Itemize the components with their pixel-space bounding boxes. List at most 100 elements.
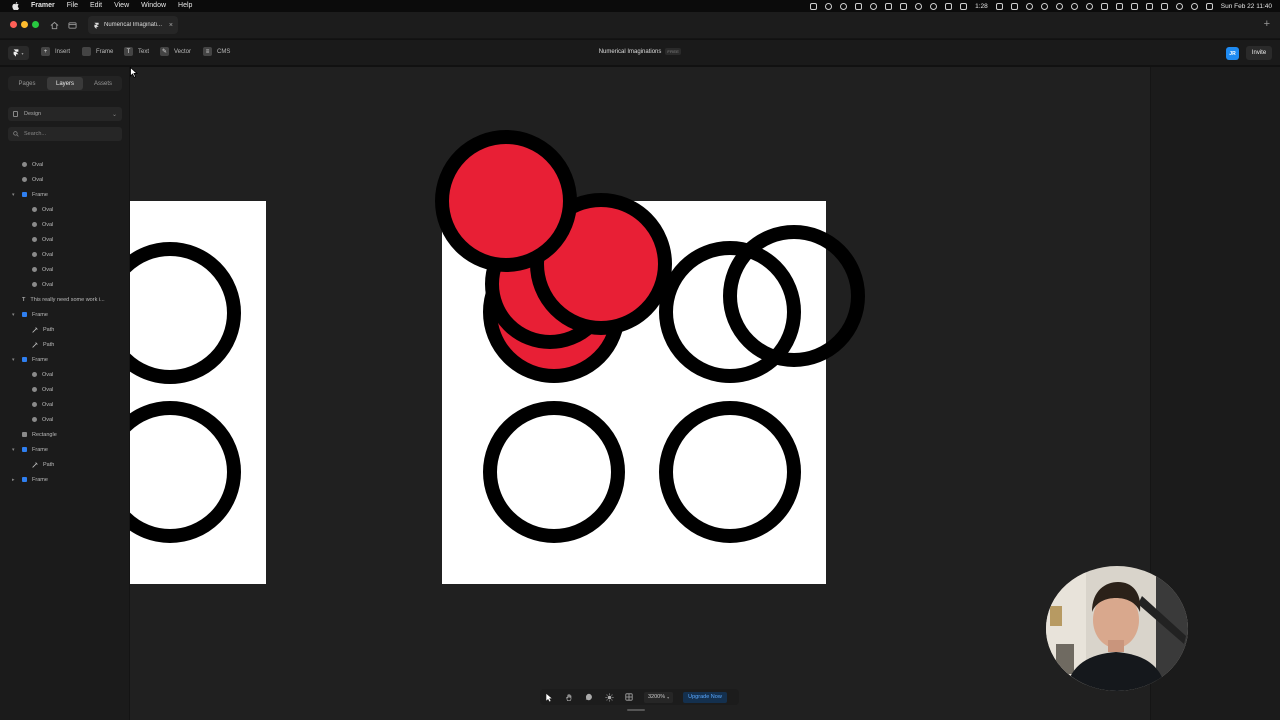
design-canvas[interactable] [130,67,1150,720]
layer-item-oval[interactable]: Oval [0,397,130,412]
zoom-window-button[interactable] [32,21,39,28]
layer-item-frame[interactable]: ▾ Frame [0,442,130,457]
layer-item-path[interactable]: Path [0,322,130,337]
menu-file[interactable]: File [67,0,78,12]
layer-item-oval[interactable]: Oval [0,412,130,427]
app-icon[interactable] [870,2,878,10]
oval-icon [32,252,37,257]
search-input[interactable] [24,131,114,137]
menu-window[interactable]: Window [141,0,166,12]
layer-item-oval[interactable]: Oval [0,367,130,382]
select-tool[interactable] [544,692,554,702]
menu-help[interactable]: Help [178,0,192,12]
tab-pages[interactable]: Pages [9,77,45,90]
theme-tool[interactable] [604,692,614,702]
home-icon[interactable] [49,20,59,30]
layer-item-frame[interactable]: ▸ Frame [0,472,130,487]
new-tab-button[interactable]: + [1264,18,1270,30]
frame-button[interactable]: Frame [82,47,113,56]
layer-item-oval[interactable]: Oval [0,232,130,247]
bluetooth-icon[interactable] [1130,2,1138,10]
layer-label: Oval [42,221,54,228]
camera-icon[interactable] [810,2,818,10]
chevron-down-icon[interactable]: ▾ [12,192,18,198]
layer-item-oval[interactable]: Oval [0,202,130,217]
menu-view[interactable]: View [114,0,129,12]
layer-item-path[interactable]: Path [0,337,130,352]
webcam-overlay [1046,566,1188,691]
search-icon[interactable] [1190,2,1198,10]
text-button[interactable]: T Text [124,47,149,56]
layer-item-text[interactable]: T This really need some work i... [0,292,130,307]
insert-button[interactable]: + Insert [41,47,70,56]
notes-icon[interactable] [885,2,893,10]
menu-app-name[interactable]: Framer [31,0,55,12]
vector-button[interactable]: ✎ Vector [160,47,191,56]
tab-layers[interactable]: Layers [47,77,83,90]
sidebar-toggle-icon[interactable] [67,20,77,30]
audio-icon[interactable] [1010,2,1018,10]
battery-icon[interactable] [960,2,968,10]
hand-tool[interactable] [564,692,574,702]
layer-item-frame[interactable]: ▾ Frame [0,352,130,367]
layer-item-oval[interactable]: Oval [0,262,130,277]
eye-icon[interactable] [825,2,833,10]
layer-item-frame[interactable]: ▾ Frame [0,307,130,322]
project-title[interactable]: Numerical Imaginations [599,49,662,55]
minimize-window-button[interactable] [21,21,28,28]
headphones-icon[interactable] [1115,2,1123,10]
page-select[interactable]: Design ⌄ [8,107,122,121]
checklist-icon[interactable] [1145,2,1153,10]
browser-tab[interactable]: Numerical Imaginati... × [88,16,178,34]
display-icon[interactable] [945,2,953,10]
comment-tool[interactable] [584,692,594,702]
tab-close-icon[interactable]: × [169,22,173,29]
timer-icon[interactable] [1085,2,1093,10]
layer-item-oval[interactable]: Oval [0,382,130,397]
layer-item-path[interactable]: Path [0,457,130,472]
invite-button[interactable]: Invite [1246,46,1272,60]
layer-item-oval[interactable]: Oval [0,277,130,292]
menu-edit[interactable]: Edit [90,0,102,12]
cloud-icon[interactable] [1025,2,1033,10]
keyboard-icon[interactable] [1100,2,1108,10]
play-icon[interactable] [1070,2,1078,10]
globe-icon[interactable] [930,2,938,10]
layer-item-oval[interactable]: Oval [0,247,130,262]
vector-label: Vector [174,48,192,55]
control-center-icon[interactable] [1160,2,1168,10]
layer-item-frame[interactable]: ▾ Frame [0,187,130,202]
chevron-down-icon[interactable]: ▾ [12,357,18,363]
oval-icon [22,177,27,182]
chevron-down-icon[interactable]: ▾ [12,447,18,453]
chevron-right-icon[interactable]: ▸ [12,477,18,483]
zoom-select[interactable]: 3200% ▾ [644,691,674,703]
avatar[interactable]: JR [1226,47,1239,60]
move-icon[interactable] [855,2,863,10]
chevron-down-icon[interactable]: ▾ [12,312,18,318]
apple-icon[interactable] [9,0,21,12]
oval-red-top[interactable] [435,130,577,272]
toolbar-handle[interactable] [627,709,645,711]
framer-menu-button[interactable]: ▾ [8,46,29,60]
clipboard-icon[interactable] [900,2,908,10]
wifi-icon[interactable] [1175,2,1183,10]
layer-item-oval[interactable]: Oval [0,217,130,232]
weather-icon[interactable] [1040,2,1048,10]
layer-item-rect[interactable]: Rectangle [0,427,130,442]
layer-label: Frame [32,191,48,198]
layer-item-oval[interactable]: Oval [0,157,130,172]
gear-icon[interactable] [915,2,923,10]
history-icon[interactable] [1055,2,1063,10]
upgrade-button[interactable]: Upgrade Now [683,691,727,703]
document-icon[interactable] [995,2,1003,10]
grid-tool[interactable] [624,692,634,702]
user-switch-icon[interactable] [1205,2,1213,10]
layer-label: Oval [42,416,54,423]
clock[interactable]: Sun Feb 22 11:40 [1221,3,1272,10]
cms-button[interactable]: ≡ CMS [203,47,230,56]
tab-assets[interactable]: Assets [85,77,121,90]
close-window-button[interactable] [10,21,17,28]
layer-item-oval[interactable]: Oval [0,172,130,187]
sync-icon[interactable] [840,2,848,10]
